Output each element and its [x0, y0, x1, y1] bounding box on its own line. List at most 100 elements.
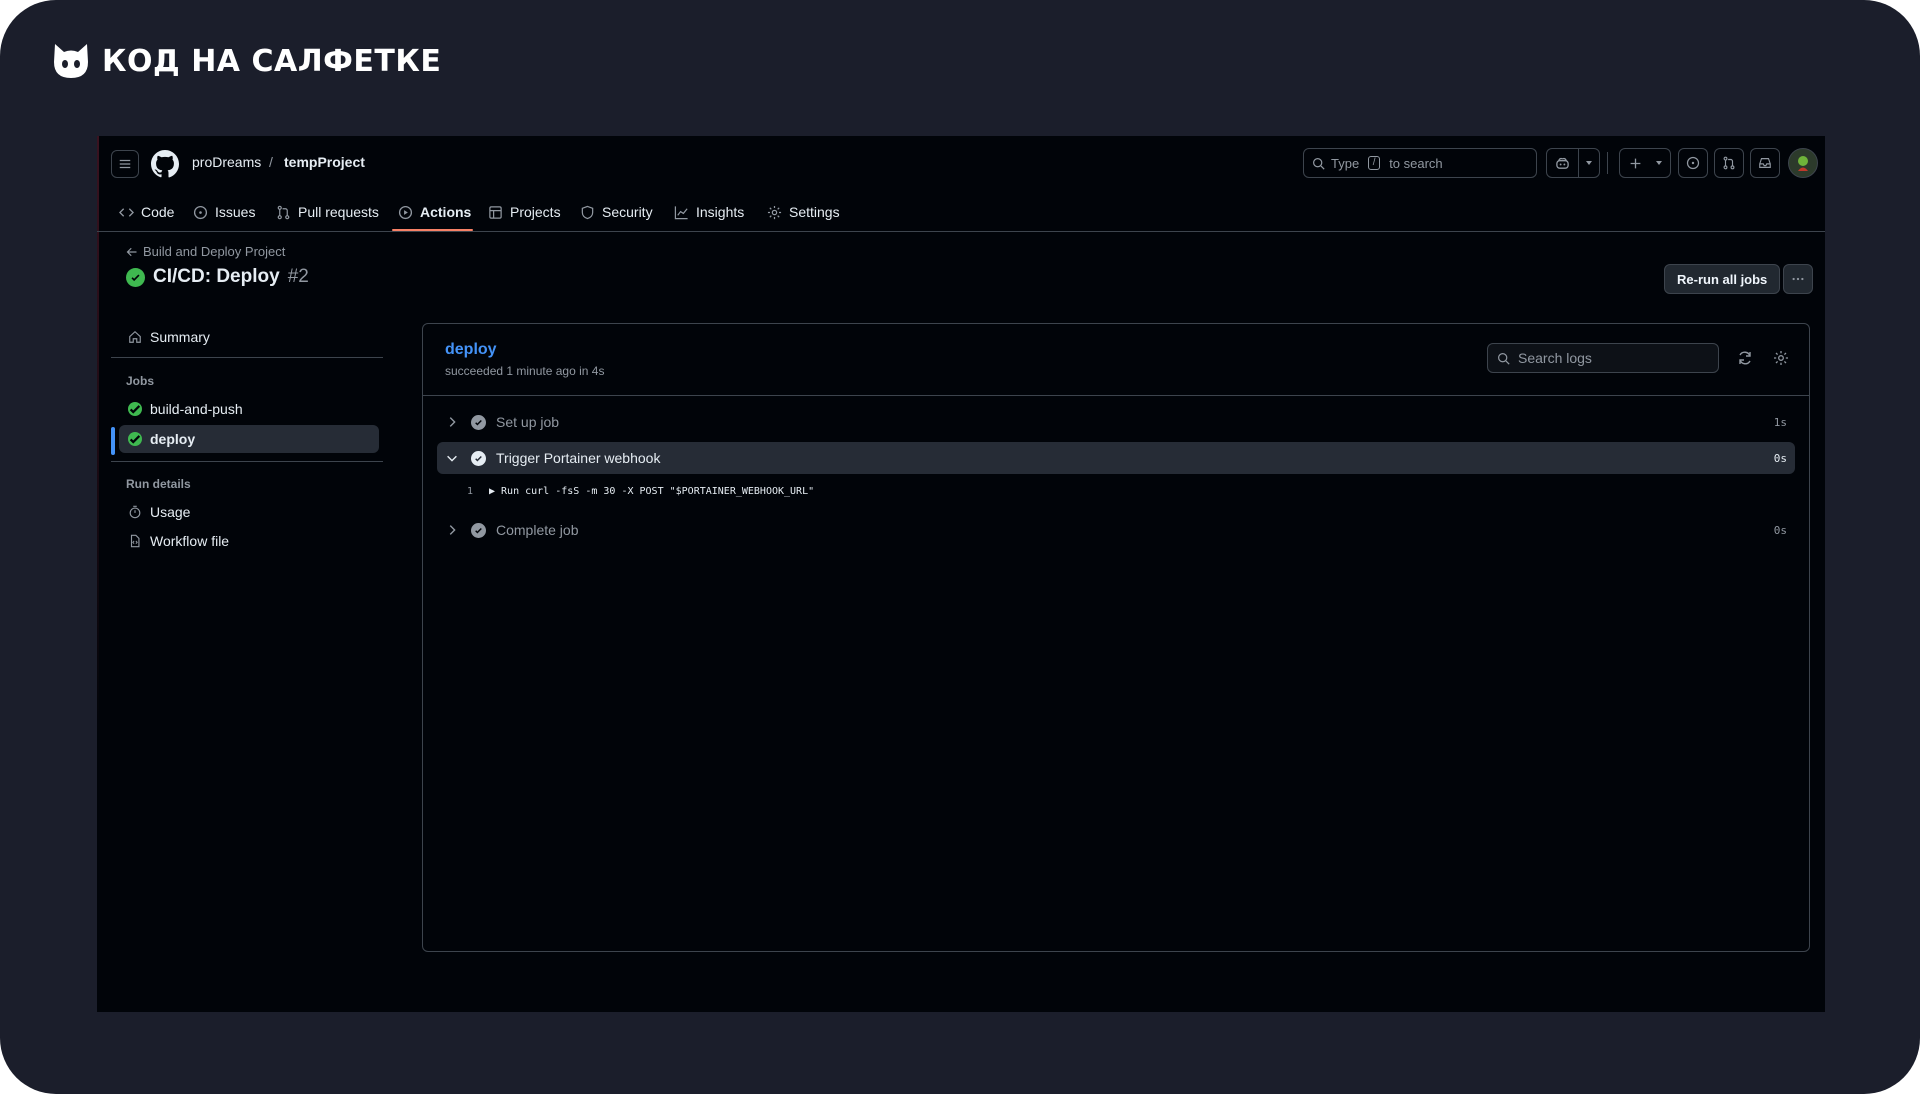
sidebar-item-summary[interactable]: Summary: [119, 323, 379, 351]
sidebar-job-build-and-push[interactable]: build-and-push: [119, 395, 379, 423]
sidebar-run-details-heading: Run details: [126, 477, 191, 491]
sidebar-item-label: Usage: [150, 504, 191, 520]
step-name: Trigger Portainer webhook: [496, 450, 661, 466]
presentation-frame: КОД НА САЛФЕТКЕ proDreams / tempProject …: [0, 0, 1920, 1094]
rerun-all-jobs-button[interactable]: Re-run all jobs: [1664, 264, 1781, 294]
back-link-label: Build and Deploy Project: [143, 244, 286, 259]
menu-icon: [119, 159, 131, 169]
tab-code[interactable]: Code: [119, 192, 174, 232]
job-log-panel: deploy succeeded 1 minute ago in 4s Sear…: [422, 323, 1810, 952]
gear-icon: [767, 205, 782, 219]
sidebar-job-deploy[interactable]: deploy: [119, 425, 379, 453]
kebab-horizontal-icon: [1792, 277, 1804, 281]
job-status-text: succeeded 1 minute ago in 4s: [445, 364, 605, 378]
step-set-up-job[interactable]: Set up job 1s: [437, 406, 1795, 438]
refresh-icon[interactable]: [1737, 350, 1753, 366]
hamburger-menu-button[interactable]: [111, 150, 139, 178]
sidebar-divider: [111, 461, 383, 462]
log-search-placeholder: Search logs: [1518, 350, 1592, 366]
tab-pull-requests[interactable]: Pull requests: [276, 192, 379, 232]
sidebar-item-usage[interactable]: Usage: [119, 498, 379, 526]
github-logo-icon[interactable]: [151, 150, 179, 178]
cat-logo-icon: [54, 44, 88, 78]
back-to-workflow-link[interactable]: Build and Deploy Project: [126, 244, 285, 259]
log-line-text: ▶ Run curl -fsS -m 30 -X POST "$PORTAINE…: [489, 486, 815, 497]
check-circle-icon: [471, 450, 486, 466]
success-check-icon: [128, 432, 142, 446]
issue-opened-icon: [1686, 156, 1700, 170]
app-header: proDreams / tempProject Type / to search: [97, 136, 1825, 192]
search-shortcut-key: /: [1368, 156, 1381, 170]
tab-label: Code: [141, 204, 175, 220]
tab-label: Pull requests: [298, 204, 379, 220]
issues-button[interactable]: [1678, 148, 1708, 178]
git-pull-request-icon: [277, 205, 290, 219]
chevron-right-icon: [449, 417, 456, 427]
active-tab-underline: [392, 229, 473, 231]
tab-label: Insights: [696, 204, 745, 220]
tab-projects[interactable]: Projects: [488, 192, 561, 232]
sidebar-item-label: Workflow file: [150, 533, 230, 549]
sidebar-item-label: build-and-push: [150, 401, 243, 417]
tab-settings[interactable]: Settings: [767, 192, 840, 232]
code-icon: [119, 207, 134, 217]
run-title-text: CI/CD: Deploy: [153, 266, 280, 287]
search-icon: [1313, 157, 1325, 170]
step-duration: 1s: [1773, 415, 1787, 429]
run-number: #2: [287, 266, 309, 287]
copilot-button[interactable]: [1547, 149, 1579, 177]
copilot-dropdown[interactable]: [1579, 149, 1599, 177]
stopwatch-icon: [129, 505, 141, 519]
search-suffix: to search: [1389, 155, 1443, 171]
shield-icon: [581, 205, 594, 219]
play-icon: [398, 205, 413, 219]
copilot-button-group: [1546, 148, 1600, 178]
breadcrumb-owner[interactable]: proDreams: [192, 154, 261, 170]
tab-label: Actions: [420, 204, 472, 220]
triangle-down-icon: [1656, 161, 1662, 165]
avatar[interactable]: [1788, 148, 1818, 178]
tab-insights[interactable]: Insights: [674, 192, 744, 232]
chevron-right-icon: [449, 525, 456, 535]
tab-actions[interactable]: Actions: [398, 192, 471, 232]
header-divider: [1607, 152, 1608, 174]
inbox-icon: [1759, 158, 1771, 168]
step-duration: 0s: [1773, 523, 1787, 537]
inbox-button[interactable]: [1750, 148, 1780, 178]
check-circle-icon: [471, 522, 486, 538]
home-icon: [129, 330, 141, 343]
global-search-input[interactable]: Type / to search: [1303, 148, 1537, 178]
sidebar-item-workflow-file[interactable]: Workflow file: [119, 527, 379, 555]
step-trigger-portainer-webhook[interactable]: Trigger Portainer webhook 0s: [437, 442, 1795, 474]
step-name: Complete job: [496, 522, 579, 538]
job-name-link[interactable]: deploy: [445, 341, 497, 359]
sidebar-item-label: Summary: [150, 329, 210, 345]
pull-requests-button[interactable]: [1714, 148, 1744, 178]
sidebar-divider: [111, 357, 383, 358]
breadcrumb-repo[interactable]: tempProject: [284, 154, 365, 170]
brand: КОД НА САЛФЕТКЕ: [50, 40, 441, 82]
repo-nav-tabs: Code Issues Pull requests Actions Projec…: [97, 192, 1825, 232]
step-name: Set up job: [496, 414, 560, 430]
gear-icon[interactable]: [1773, 350, 1789, 366]
copilot-icon: [1556, 157, 1569, 169]
create-new-button[interactable]: [1619, 148, 1671, 178]
issue-opened-icon: [193, 205, 208, 219]
sidebar-item-label: deploy: [150, 431, 196, 447]
arrow-left-icon: [126, 247, 137, 256]
more-options-button[interactable]: [1783, 264, 1813, 294]
table-icon: [489, 205, 502, 219]
log-line-number: 1: [466, 486, 473, 497]
step-complete-job[interactable]: Complete job 0s: [437, 514, 1795, 546]
tab-label: Settings: [789, 204, 840, 220]
log-search-input[interactable]: Search logs: [1487, 343, 1719, 373]
tab-security[interactable]: Security: [580, 192, 653, 232]
breadcrumb-separator: /: [269, 154, 273, 170]
search-prefix: Type: [1331, 155, 1360, 171]
tab-issues[interactable]: Issues: [193, 192, 255, 232]
graph-icon: [674, 205, 688, 219]
page-title: CI/CD: Deploy #2: [126, 266, 309, 288]
github-actions-window: proDreams / tempProject Type / to search: [97, 136, 1825, 1012]
triangle-down-icon: [1586, 161, 1592, 165]
log-line[interactable]: 1 ▶ Run curl -fsS -m 30 -X POST "$PORTAI…: [463, 486, 814, 497]
